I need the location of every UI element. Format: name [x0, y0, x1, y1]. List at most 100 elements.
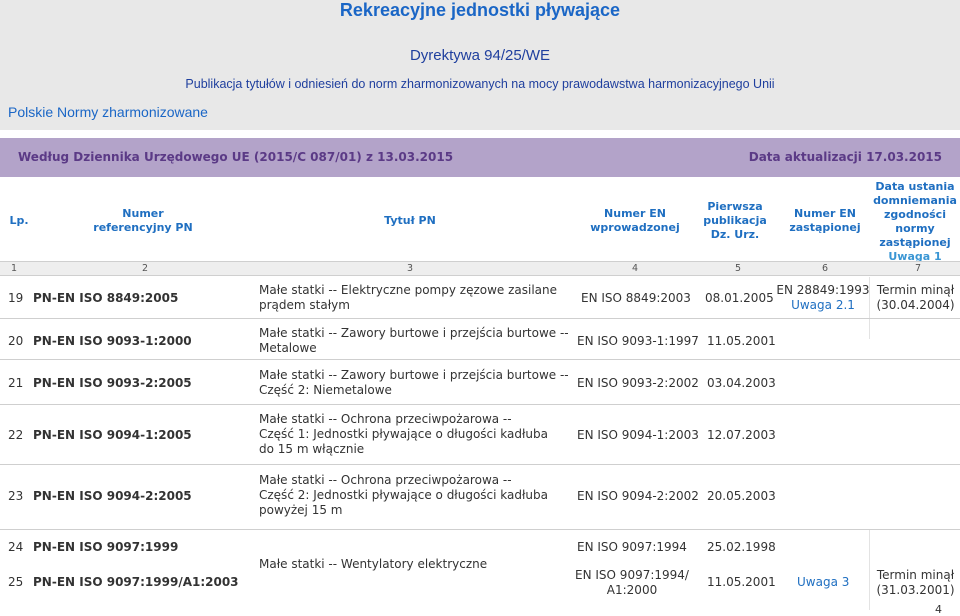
row-divider	[0, 404, 960, 405]
col-header-en-line1: Numer EN	[604, 207, 666, 220]
row20-title: Małe statki -- Zawory burtowe i przejści…	[259, 326, 569, 356]
row22-en: EN ISO 9094-1:2003	[577, 428, 699, 442]
row25-date-line1: Termin minął	[876, 568, 955, 582]
col-header-ref-line1: Numer	[122, 207, 164, 220]
row20-en: EN ISO 9093-1:1997	[577, 334, 699, 348]
row22-title-line3: do 15 m włącznie	[259, 442, 365, 456]
row25-en-line1: EN ISO 9097:1994/	[575, 568, 689, 582]
col-header-date-line3: zgodności	[884, 208, 946, 221]
row22-title-line2: Część 1: Jednostki pływające o długości …	[259, 427, 548, 441]
col-header-ref: Numer referencyjny PN	[78, 207, 208, 235]
row25-ref: PN-EN ISO 9097:1999/A1:2003	[33, 575, 239, 589]
row19-lp: 19	[8, 291, 24, 305]
row23-title-line1: Małe statki -- Ochrona przeciwpożarowa -…	[259, 473, 512, 487]
col-header-lp-text: Lp.	[9, 214, 29, 227]
row19-title-line2: prądem stałym	[259, 298, 350, 312]
col-header-date-line1: Data ustania	[875, 180, 955, 193]
col-header-replaced: Numer EN zastąpionej	[780, 207, 870, 235]
row21-title: Małe statki -- Zawory burtowe i przejści…	[259, 368, 569, 398]
page-title: Rekreacyjne jednostki pływające	[339, 0, 621, 20]
col-number-3: 3	[406, 263, 414, 274]
row21-lp: 21	[8, 376, 24, 390]
col-header-publication: Pierwsza publikacja Dz. Urz.	[700, 200, 770, 242]
row20-ref: PN-EN ISO 9093-1:2000	[33, 334, 192, 348]
row25-en: EN ISO 9097:1994/ A1:2000	[572, 568, 692, 598]
update-date: Data aktualizacji 17.03.2015	[748, 150, 942, 164]
row23-ref: PN-EN ISO 9094-2:2005	[33, 489, 192, 503]
col-header-title-text: Tytuł PN	[384, 214, 436, 227]
col-header-date: Data ustania domniemania zgodności normy…	[870, 180, 960, 264]
row22-title: Małe statki -- Ochrona przeciwpożarowa -…	[259, 412, 548, 457]
row23-pub: 20.05.2003	[707, 489, 776, 503]
row25-replaced-note: Uwaga 3	[797, 575, 850, 589]
row21-title-line2: Część 2: Niemetalowe	[259, 383, 392, 397]
col-number-2: 2	[141, 263, 149, 274]
row24-ref: PN-EN ISO 9097:1999	[33, 540, 179, 554]
col-header-date-line4: normy	[895, 222, 935, 235]
row21-pub: 03.04.2003	[707, 376, 776, 390]
col-number-4: 4	[631, 263, 639, 274]
col-header-pub-line3: Dz. Urz.	[710, 228, 760, 241]
row19-pub: 08.01.2005	[705, 291, 774, 305]
table-header: Lp. Numer referencyjny PN Tytuł PN Numer…	[0, 178, 960, 264]
row25-pub: 11.05.2001	[707, 575, 776, 589]
publication-subtitle: Publikacja tytułów i odniesień do norm z…	[185, 77, 775, 91]
journal-bar: Według Dziennika Urzędowego UE (2015/C 0…	[0, 138, 960, 177]
row22-pub: 12.07.2003	[707, 428, 776, 442]
harmonized-standards-label: Polskie Normy zharmonizowane	[8, 104, 208, 120]
row23-title: Małe statki -- Ochrona przeciwpożarowa -…	[259, 473, 548, 518]
col-number-7: 7	[914, 263, 922, 274]
row-divider	[0, 464, 960, 465]
row19-date-line2: (30.04.2004)	[876, 298, 955, 312]
col-header-pub-line1: Pierwsza	[707, 200, 763, 213]
col-number-1: 1	[10, 263, 18, 274]
row21-en: EN ISO 9093-2:2002	[577, 376, 699, 390]
grid-separator	[869, 530, 870, 610]
row24-en: EN ISO 9097:1994	[577, 540, 687, 554]
row19-replaced: EN 28849:1993 Uwaga 2.1	[776, 283, 870, 313]
row20-title-line2: Metalowe	[259, 341, 317, 355]
row25-date-line2: (31.03.2001)	[876, 583, 955, 597]
col-number-5: 5	[734, 263, 742, 274]
col-header-pub-line2: publikacja	[703, 214, 767, 227]
row19-replaced-number: EN 28849:1993	[776, 283, 870, 297]
column-number-row: 1 2 3 4 5 6 7	[0, 261, 960, 276]
page-number: 4	[935, 603, 942, 616]
col-header-title: Tytuł PN	[340, 214, 480, 228]
col-header-date-line2: domniemania	[873, 194, 957, 207]
row19-replaced-note: Uwaga 2.1	[791, 298, 855, 312]
row19-ref: PN-EN ISO 8849:2005	[33, 291, 179, 305]
col-number-6: 6	[821, 263, 829, 274]
row21-ref: PN-EN ISO 9093-2:2005	[33, 376, 192, 390]
row20-lp: 20	[8, 334, 24, 348]
row19-date-line1: Termin minął	[876, 283, 955, 297]
row24-pub: 25.02.1998	[707, 540, 776, 554]
row25-lp: 25	[8, 575, 24, 589]
row24-lp: 24	[8, 540, 24, 554]
row21-title-line1: Małe statki -- Zawory burtowe i przejści…	[259, 368, 569, 382]
col-header-en: Numer EN wprowadzonej	[575, 207, 695, 235]
row-divider	[0, 359, 960, 360]
col-header-lp: Lp.	[4, 214, 34, 228]
row23-title-line2: Część 2: Jednostki pływające o długości …	[259, 488, 548, 502]
row19-date: Termin minął (30.04.2004)	[871, 283, 960, 313]
row25-date: Termin minął (31.03.2001)	[871, 568, 960, 598]
directive-title: Dyrektywa 94/25/WE	[409, 47, 551, 64]
col-header-ref-line2: referencyjny PN	[93, 221, 193, 234]
row19-title: Małe statki -- Elektryczne pompy zęzowe …	[259, 283, 557, 313]
row-divider	[0, 318, 960, 319]
row-divider	[0, 529, 960, 530]
row20-title-line1: Małe statki -- Zawory burtowe i przejści…	[259, 326, 569, 340]
col-header-repl-line2: zastąpionej	[789, 221, 861, 234]
row19-en: EN ISO 8849:2003	[581, 291, 691, 305]
journal-reference: Według Dziennika Urzędowego UE (2015/C 0…	[18, 150, 454, 164]
row25-en-line2: A1:2000	[606, 583, 658, 597]
row23-title-line3: powyżej 15 m	[259, 503, 343, 517]
row20-pub: 11.05.2001	[707, 334, 776, 348]
col-header-en-line2: wprowadzonej	[590, 221, 680, 234]
row22-title-line1: Małe statki -- Ochrona przeciwpożarowa -…	[259, 412, 512, 426]
row19-title-line1: Małe statki -- Elektryczne pompy zęzowe …	[259, 283, 558, 297]
col-header-date-line5: zastąpionej	[879, 236, 951, 249]
row23-lp: 23	[8, 489, 24, 503]
row22-lp: 22	[8, 428, 24, 442]
